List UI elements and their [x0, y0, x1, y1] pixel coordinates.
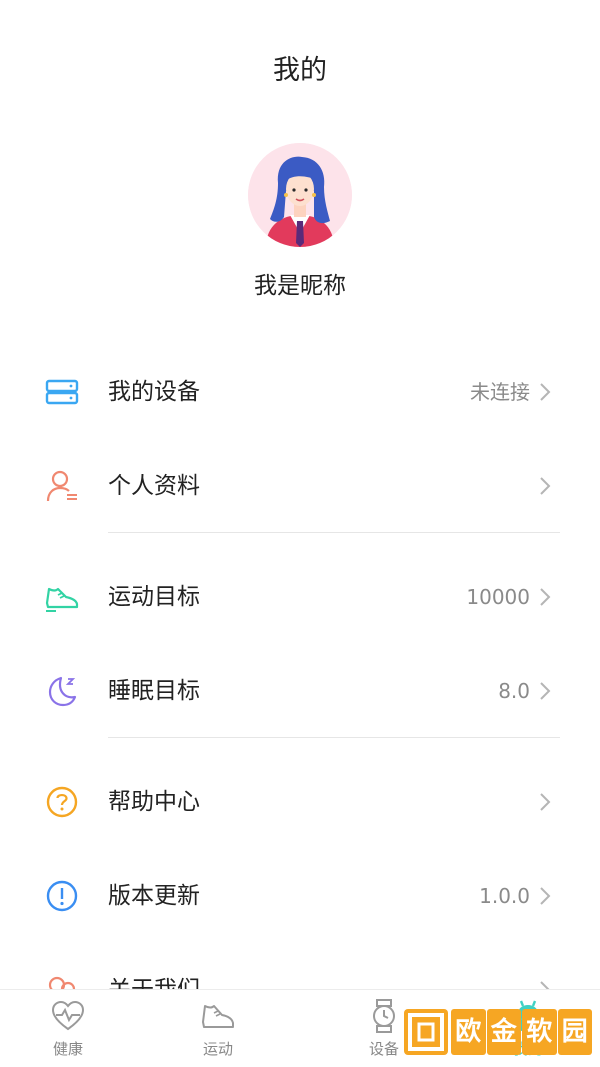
divider	[108, 532, 560, 533]
menu-label: 睡眠目标	[108, 678, 200, 704]
tab-label: 健康	[52, 1040, 83, 1058]
watermark-char: 园	[557, 1009, 592, 1055]
shoe-icon	[202, 1005, 234, 1028]
chevron-right-icon	[540, 588, 551, 606]
info-icon	[46, 880, 78, 912]
device-status: 未连接	[470, 380, 530, 404]
tab-sport[interactable]: 运动	[168, 998, 268, 1064]
menu-label: 运动目标	[108, 584, 200, 610]
sleep-goal-value: 8.0	[498, 679, 530, 703]
header: 我的	[0, 0, 600, 130]
avatar[interactable]	[248, 143, 352, 247]
tab-label: 运动	[202, 1040, 233, 1058]
menu-label: 帮助中心	[108, 789, 200, 815]
watermark-char: 金	[486, 1009, 521, 1055]
watermark: 欧 金 软 园	[404, 1009, 592, 1055]
menu-item-profile[interactable]: 个人资料	[0, 439, 600, 533]
girl-avatar-icon	[248, 143, 352, 247]
menu-label: 个人资料	[108, 473, 200, 499]
chevron-right-icon	[540, 682, 551, 700]
page-title: 我的	[273, 55, 327, 86]
person-icon	[46, 470, 77, 502]
watermark-logo-icon	[404, 1009, 448, 1055]
menu-item-version[interactable]: 版本更新 1.0.0	[0, 849, 600, 943]
version-value: 1.0.0	[479, 884, 530, 908]
question-icon	[46, 786, 78, 818]
chevron-right-icon	[540, 383, 551, 401]
device-icon	[45, 379, 79, 405]
sneaker-icon	[45, 587, 79, 612]
watermark-brand: 欧 金 软 园	[450, 1009, 592, 1055]
moon-icon	[48, 676, 77, 707]
divider	[108, 737, 560, 738]
sport-goal-value: 10000	[466, 585, 530, 609]
chevron-right-icon	[540, 477, 551, 495]
nickname[interactable]: 我是昵称	[0, 266, 600, 300]
chevron-right-icon	[540, 887, 551, 905]
watch-icon	[373, 999, 395, 1033]
menu-item-my-device[interactable]: 我的设备 未连接	[0, 345, 600, 439]
heart-pulse-icon	[51, 1000, 85, 1031]
watermark-char: 软	[522, 1009, 557, 1055]
menu-item-sport-goal[interactable]: 运动目标 10000	[0, 550, 600, 644]
menu-item-sleep-goal[interactable]: 睡眠目标 8.0	[0, 644, 600, 738]
tab-health[interactable]: 健康	[18, 998, 118, 1064]
chevron-right-icon	[540, 793, 551, 811]
watermark-char: 欧	[451, 1009, 486, 1055]
menu-label: 我的设备	[108, 379, 200, 405]
menu-item-help[interactable]: 帮助中心	[0, 755, 600, 849]
menu-label: 版本更新	[108, 883, 200, 909]
